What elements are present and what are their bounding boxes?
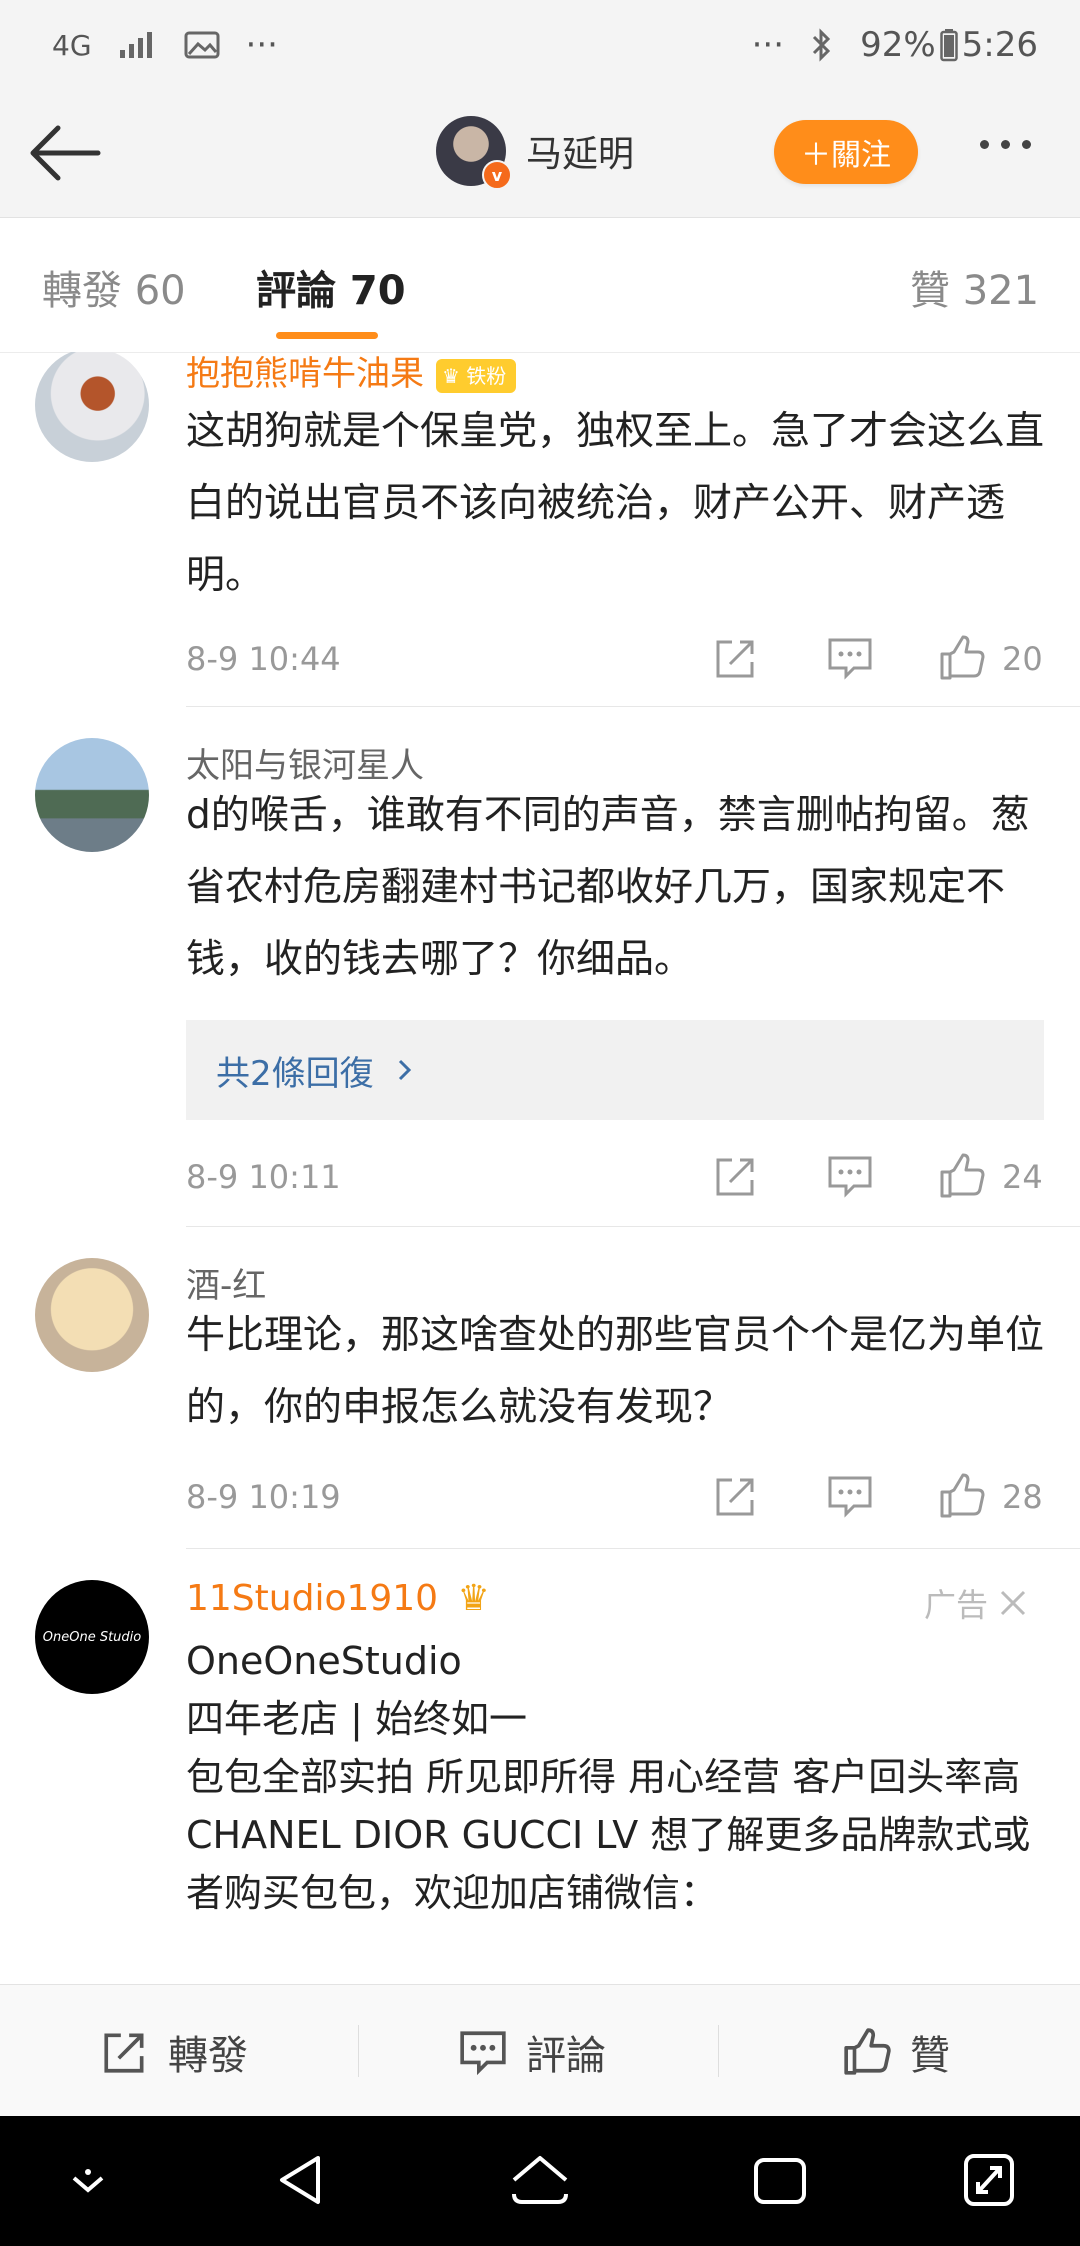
avatar[interactable] [35,352,149,462]
back-arrow-icon[interactable] [28,120,104,186]
repost-icon[interactable] [712,1152,760,1200]
comment-text: 这胡狗就是个保皇党，独权至上。急了才会这么直白的说出官员不该向被统治，财产公开、… [186,409,1045,598]
comment-text: d的喉舌，谁敢有不同的声音，禁言删帖拘留。葱省农村危房翻建村书记都收好几万，国家… [186,793,1030,982]
battery-icon [939,29,958,62]
repost-icon [104,2033,144,2073]
avatar[interactable]: OneOne Studio [35,1580,149,1694]
comment-button[interactable]: 評論 [458,2023,606,2081]
network-indicator: 4G [52,28,92,62]
comment-meta: 8-9 10:11 24 [186,1152,1046,1202]
home-icon[interactable] [510,2152,570,2208]
ad-line: CHANEL DIOR GUCCI LV 想了解更多品牌款式或者购买包包，欢迎加… [186,1813,1031,1915]
comment-icon [460,2031,506,2076]
comment-time: 8-9 10:44 [186,640,341,678]
tab-bar: 轉發 60 評論 70 贊 321 [0,218,1080,353]
divider [186,1226,1080,1227]
divider [186,706,1080,707]
image-icon [184,31,220,59]
ad-author-name: 11Studio1910 [186,1578,439,1619]
like-label: 贊 [910,2033,950,2079]
notification-more-right: ··· [751,25,785,65]
bottom-action-bar: 轉發 評論 贊 [0,1984,1080,2116]
like-icon[interactable] [938,634,986,682]
bluetooth-icon [813,28,831,62]
repost-label: 轉發 [168,2033,248,2079]
chevron-right-icon [398,1059,411,1081]
tab-likes[interactable]: 贊 321 [910,258,1039,316]
user-name[interactable]: 马延明 [526,125,634,177]
nav-bar: v 马延明 ＋關注 [0,90,1080,218]
close-icon[interactable] [998,1588,1028,1618]
replies-count: 共2條回復 [216,1053,374,1094]
avatar[interactable] [35,738,149,852]
separator [358,2025,359,2077]
verified-badge: v [482,160,512,190]
repost-icon[interactable] [712,1472,760,1520]
ad-avatar-text: OneOne Studio [42,1629,142,1645]
comment-label: 評論 [526,2033,606,2079]
like-count: 28 [1002,1478,1043,1516]
clock: 5:26 [961,25,1038,65]
comment-icon[interactable] [826,1472,874,1520]
ad-line: 四年老店 | 始终如一 [186,1697,527,1741]
comment-feed[interactable]: 抱抱熊啃牛油果 ♛ 铁粉 这胡狗就是个保皇党，独权至上。急了才会这么直白的说出官员… [0,352,1080,1984]
ad-text: OneOneStudio 四年老店 | 始终如一 包包全部实拍 所见即所得 用心… [186,1632,1046,1922]
like-button[interactable]: 贊 [842,2023,950,2081]
comment-icon[interactable] [826,634,874,682]
signal-icon [119,32,152,58]
tab-reposts[interactable]: 轉發 60 [42,258,186,316]
like-icon[interactable] [938,1152,986,1200]
avatar[interactable]: v [436,116,512,190]
divider [186,1548,1080,1549]
like-count: 24 [1002,1158,1043,1196]
follow-button[interactable]: ＋關注 [774,120,918,184]
like-count: 20 [1002,640,1043,678]
status-bar: 4G ··· ··· 92% 5:26 [0,0,1080,90]
battery-percent: 92% [860,25,936,65]
replies-button[interactable]: 共2條回復 [186,1020,1044,1120]
back-triangle-icon[interactable] [274,2152,326,2208]
separator [718,2025,719,2077]
recent-apps-icon[interactable] [752,2156,808,2206]
system-nav-bar [0,2116,1080,2246]
tab-comments[interactable]: 評論 70 [256,258,406,316]
comment-time: 8-9 10:19 [186,1478,341,1516]
notification-more: ··· [245,25,278,65]
comment-time: 8-9 10:11 [186,1158,341,1196]
comment-text: 牛比理论，那这啥查处的那些官员个个是亿为单位的，你的申报怎么就没有发现？ [186,1313,1045,1430]
like-icon[interactable] [938,1472,986,1520]
comment-author-name: 抱抱熊啃牛油果 [186,354,424,394]
profile-header[interactable]: v 马延明 [436,116,634,190]
ad-label[interactable]: 广告 [924,1580,1028,1626]
like-icon [844,2028,891,2075]
ad-author[interactable]: 11Studio1910 ♛ [186,1578,490,1619]
comment-author[interactable]: 抱抱熊啃牛油果 ♛ 铁粉 [186,352,517,395]
tab-indicator [276,332,378,339]
chevron-down-icon[interactable] [66,2164,110,2200]
repost-button[interactable]: 轉發 [100,2023,248,2081]
comment-icon[interactable] [826,1152,874,1200]
comment-meta: 8-9 10:19 28 [186,1472,1046,1522]
repost-icon[interactable] [712,634,760,682]
ad-line: 包包全部实拍 所见即所得 用心经营 客户回头率高 [186,1755,1021,1799]
ad-line: OneOneStudio [186,1639,462,1683]
avatar[interactable] [35,1258,149,1372]
crown-icon: ♛ [457,1578,490,1619]
expand-icon[interactable] [962,2152,1016,2208]
ad-label-text: 广告 [924,1586,989,1624]
fan-badge: ♛ 铁粉 [436,358,517,393]
more-dots-icon[interactable] [980,140,1031,149]
comment-meta: 8-9 10:44 20 [186,634,1046,684]
